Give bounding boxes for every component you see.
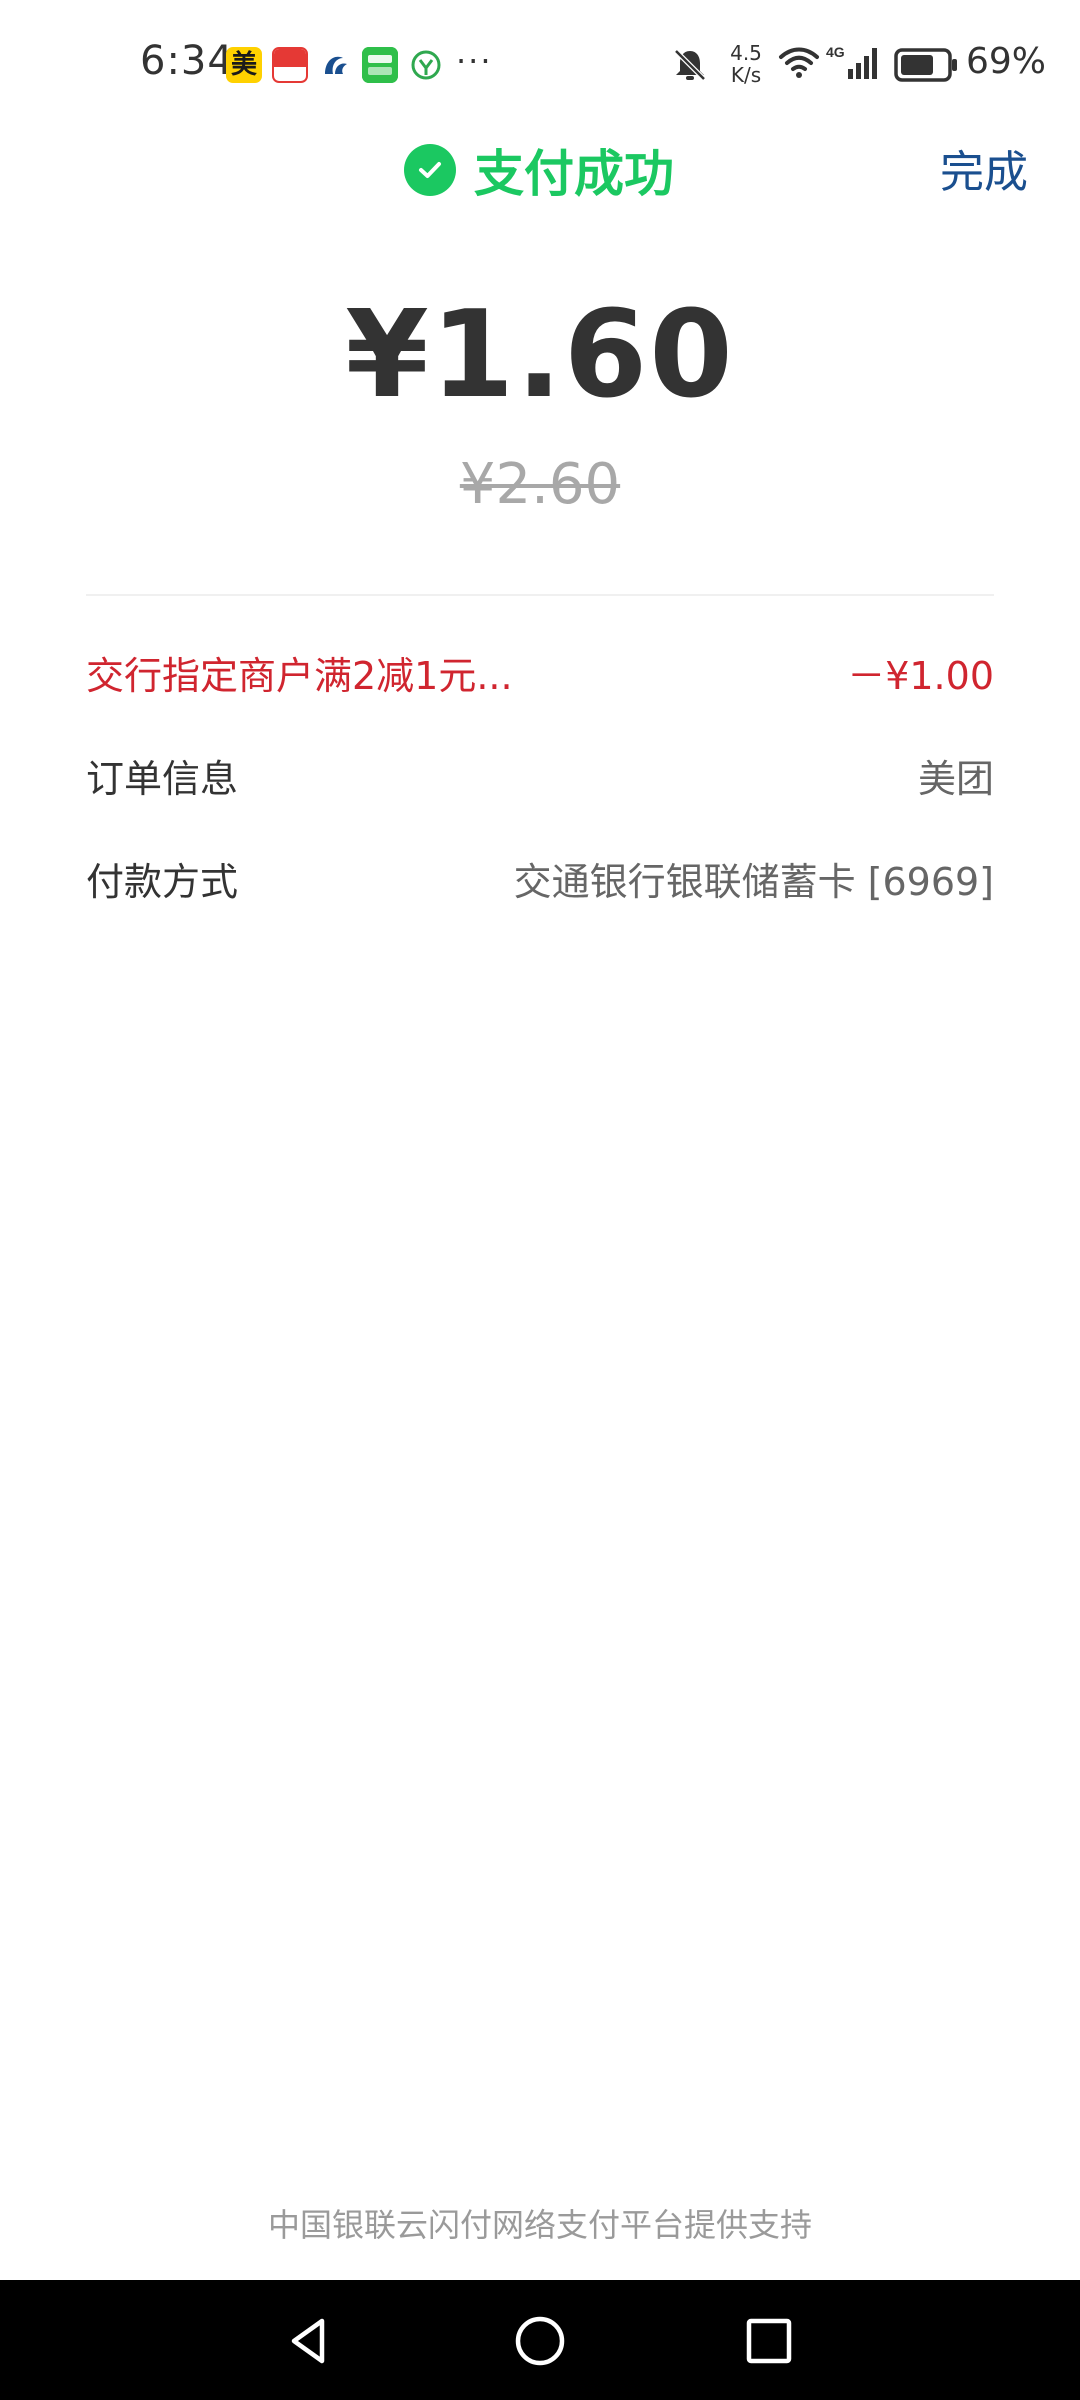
iqiyi-glyph xyxy=(362,47,398,83)
status-time: 6:34 xyxy=(140,38,234,84)
network-speed-value: 4.5 xyxy=(730,41,762,65)
discount-label: 交行指定商户满2减1元... xyxy=(86,653,513,698)
done-button[interactable]: 完成 xyxy=(940,136,1028,200)
bell-muted-icon xyxy=(670,45,710,89)
battery-percent: 69% xyxy=(966,41,1047,82)
payment-method-row: 付款方式 交通银行银联储蓄卡 [6969] xyxy=(86,848,994,908)
cellular-signal-glyph: 4G xyxy=(826,44,877,79)
payment-method-label: 付款方式 xyxy=(86,859,239,904)
battery-icon xyxy=(894,48,958,86)
meituan-icon: 美 xyxy=(226,47,262,83)
green-circle-app-icon xyxy=(408,47,444,83)
divider xyxy=(86,594,994,596)
network-type-label: 4G xyxy=(826,44,845,60)
home-glyph xyxy=(515,2316,565,2366)
order-info-label: 订单信息 xyxy=(86,756,239,801)
bank-app-icon xyxy=(318,47,354,83)
iqiyi-icon xyxy=(362,47,398,83)
home-icon[interactable] xyxy=(505,2306,575,2376)
network-speed-unit: K/s xyxy=(730,63,762,87)
payment-success-screen: 6:34 美 ··· 4.5 K/s 4G 69% 支付成功 完成 ¥1.60 … xyxy=(0,0,1080,2400)
wifi-glyph xyxy=(779,47,819,78)
meituan-glyph: 美 xyxy=(230,50,257,80)
system-nav-bar xyxy=(0,2280,1080,2400)
discount-row[interactable]: 交行指定商户满2减1元... －¥1.00 xyxy=(86,642,994,702)
back-glyph xyxy=(291,2318,325,2364)
amount-original: ¥2.60 xyxy=(459,452,621,517)
status-bar: 6:34 美 ··· 4.5 K/s 4G 69% xyxy=(0,0,1080,130)
order-info-value: 美团 xyxy=(917,756,994,801)
network-speed: 4.5 K/s xyxy=(726,42,766,86)
success-check-icon xyxy=(404,144,456,196)
battery-glyph xyxy=(894,48,957,82)
header: 支付成功 完成 xyxy=(0,130,1080,210)
green-circle-glyph xyxy=(411,50,441,80)
pay-app-icon-band xyxy=(274,49,306,67)
more-notifications-icon: ··· xyxy=(456,42,493,80)
back-icon[interactable] xyxy=(275,2306,345,2376)
order-info-row: 订单信息 美团 xyxy=(86,745,994,805)
discount-value: －¥1.00 xyxy=(847,653,994,698)
bell-muted-glyph xyxy=(674,49,706,81)
recents-glyph xyxy=(746,2318,792,2364)
wifi-icon xyxy=(778,45,820,85)
page-title: 支付成功 xyxy=(474,145,674,203)
cellular-signal-icon: 4G xyxy=(826,43,884,87)
check-glyph xyxy=(419,162,441,178)
payment-method-value: 交通银行银联储蓄卡 [6969] xyxy=(513,859,994,904)
header-title-group: 支付成功 xyxy=(404,130,674,210)
bank-app-glyph xyxy=(325,56,347,74)
amount-paid: ¥1.60 xyxy=(345,286,735,425)
pay-app-icon xyxy=(272,47,308,83)
footer-support-text: 中国银联云闪付网络支付平台提供支持 xyxy=(267,2206,812,2244)
recents-icon[interactable] xyxy=(734,2306,804,2376)
